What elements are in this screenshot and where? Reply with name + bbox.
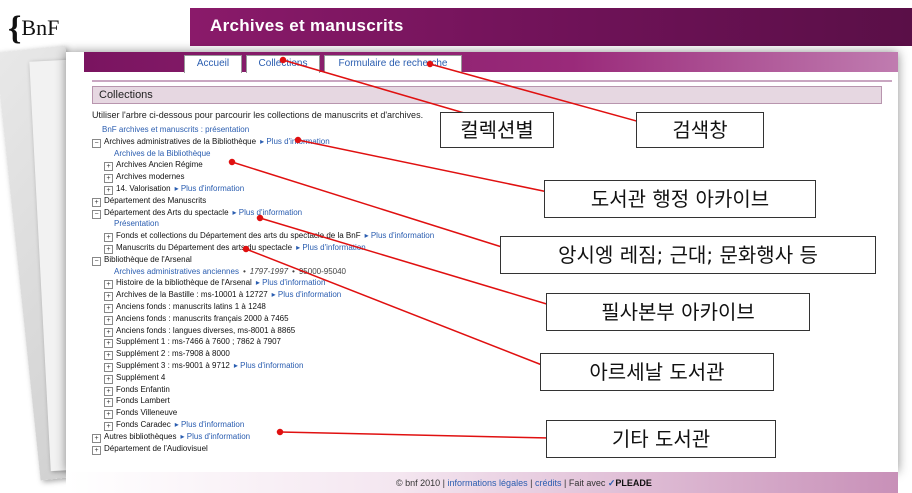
arrow-head [228, 158, 236, 166]
callout-arsenal: 아르세날 도서관 [540, 353, 774, 391]
arrow-head [256, 214, 264, 222]
callout-other-libraries: 기타 도서관 [546, 420, 776, 458]
arrow-head [276, 428, 284, 436]
arrow-head [279, 56, 287, 64]
callout-ancien-regime: 앙시엥 레짐; 근대; 문화행사 등 [500, 236, 876, 274]
callout-manuscripts: 필사본부 아카이브 [546, 293, 810, 331]
callout-admin-archives: 도서관 행정 아카이브 [544, 180, 816, 218]
arrow [245, 248, 543, 366]
callout-collections: 컬렉션별 [440, 112, 554, 148]
arrow-head [294, 136, 302, 144]
callout-search: 검색창 [636, 112, 764, 148]
arrow-head [426, 60, 434, 68]
arrow [279, 431, 551, 439]
arrow-head [242, 245, 250, 253]
